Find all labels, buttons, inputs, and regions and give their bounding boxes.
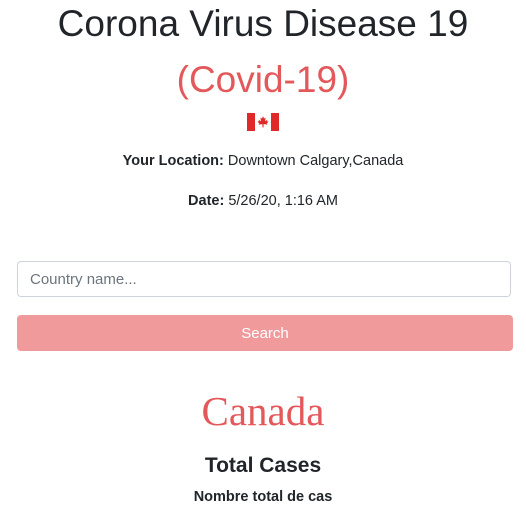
flag-container [0,113,526,133]
total-cases-heading-fr: Nombre total de cas [193,489,333,505]
total-cases-heading: Total Cases [204,454,322,477]
location-value: Downtown Calgary,Canada [223,153,404,169]
date-line: Date: 5/26/20, 1:16 AM [0,191,526,211]
country-name: Canada [201,388,325,434]
canada-flag-icon [247,113,279,131]
location-label: Your Location: [122,153,224,169]
page-subtitle: (Covid-19) [176,59,350,100]
date-label: Date: [188,193,225,209]
search-button[interactable]: Search [17,315,513,351]
country-search-input[interactable] [17,261,511,297]
page: Corona Virus Disease 19 (Covid-19) Your … [0,0,526,530]
date-value: 5/26/20, 1:16 AM [224,193,338,209]
page-title: Corona Virus Disease 19 [57,3,469,44]
location-line: Your Location: Downtown Calgary,Canada [0,151,526,171]
